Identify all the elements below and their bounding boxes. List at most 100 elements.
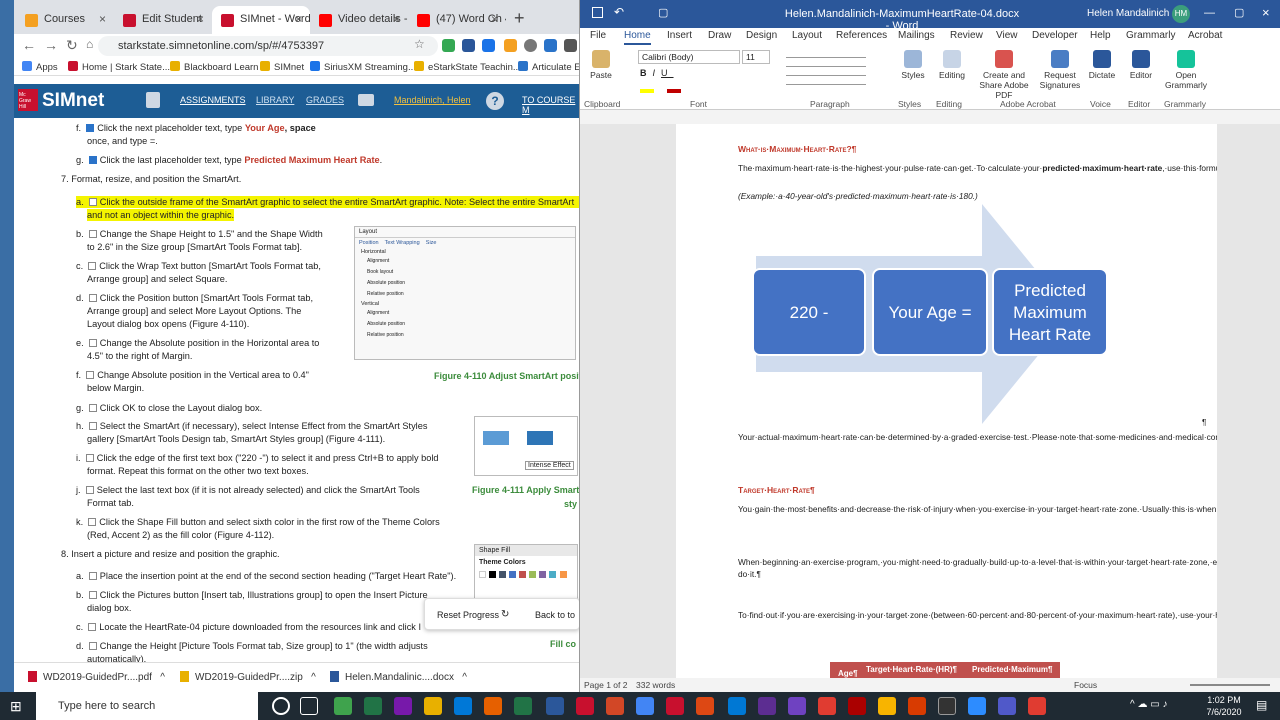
zoom-slider[interactable] xyxy=(1190,684,1270,686)
checkbox[interactable] xyxy=(88,623,97,631)
tab-file[interactable]: File xyxy=(590,30,606,41)
focus-button[interactable]: Focus xyxy=(1074,680,1097,690)
checkbox[interactable] xyxy=(85,486,94,494)
create-pdf-button[interactable]: Create and Share Adobe PDF xyxy=(974,50,1034,100)
new-document-icon[interactable]: ▢ xyxy=(658,6,668,19)
page-count[interactable]: Page 1 of 2 xyxy=(584,680,627,690)
app-icon[interactable] xyxy=(334,697,352,715)
app-icon[interactable] xyxy=(938,697,956,715)
reset-progress-button[interactable]: Reset Progress xyxy=(437,610,499,620)
tab-grammarly[interactable]: Grammarly xyxy=(1126,30,1175,41)
app-icon[interactable] xyxy=(666,697,684,715)
tab-references[interactable]: References xyxy=(836,30,887,41)
onenote-icon[interactable] xyxy=(394,697,412,715)
editing-button[interactable]: Editing xyxy=(934,50,970,80)
user-avatar[interactable]: HM xyxy=(1172,5,1190,23)
extension-icon[interactable] xyxy=(524,39,537,52)
cortana-icon[interactable] xyxy=(272,697,290,715)
paragraph-buttons[interactable] xyxy=(786,52,866,92)
tab-design[interactable]: Design xyxy=(746,30,777,41)
font-name-select[interactable]: Calibri (Body) xyxy=(638,50,740,64)
tab-courses[interactable]: Courses × xyxy=(16,6,114,34)
word-count[interactable]: 332 words xyxy=(636,680,675,690)
star-icon[interactable]: ☆ xyxy=(414,37,425,51)
paste-button[interactable]: Paste xyxy=(586,50,616,80)
tab-home[interactable]: Home xyxy=(624,30,651,45)
smartart-box-your-age[interactable]: Your Age = xyxy=(872,268,988,356)
nav-grades[interactable]: GRADES xyxy=(306,95,344,105)
checkbox[interactable] xyxy=(88,518,97,526)
save-icon[interactable] xyxy=(592,7,603,18)
close-icon[interactable]: × xyxy=(99,12,106,26)
checkbox[interactable] xyxy=(86,371,95,379)
extension-icon[interactable] xyxy=(544,39,557,52)
checkbox[interactable] xyxy=(88,262,97,270)
close-icon[interactable]: × xyxy=(295,12,302,26)
bookmark-estarkstate[interactable]: eStarkState Teachin... xyxy=(414,61,521,73)
checkbox[interactable] xyxy=(88,591,97,599)
app-icon[interactable] xyxy=(576,697,594,715)
download-zip[interactable]: WD2019-GuidedPr....zip ^ xyxy=(180,671,316,683)
visual-studio-icon[interactable] xyxy=(788,697,806,715)
font-size-select[interactable]: 11 xyxy=(742,50,770,64)
extension-icon[interactable] xyxy=(462,39,475,52)
home-icon[interactable]: ⌂ xyxy=(86,37,93,51)
calendar-icon[interactable] xyxy=(146,92,160,108)
bookmark-home[interactable]: Home | Stark State... xyxy=(68,61,170,73)
tab-video-details[interactable]: Video details - × xyxy=(310,6,408,34)
mail-icon[interactable] xyxy=(358,94,374,106)
bookmark-apps[interactable]: Apps xyxy=(22,61,58,73)
clock-time[interactable]: 1:02 PM xyxy=(1204,695,1244,705)
close-icon[interactable]: × xyxy=(491,12,498,26)
app-icon[interactable] xyxy=(818,697,836,715)
checkbox[interactable] xyxy=(88,339,97,347)
tab-layout[interactable]: Layout xyxy=(792,30,822,41)
firefox-icon[interactable] xyxy=(484,697,502,715)
checkbox[interactable] xyxy=(85,454,94,462)
tab-insert[interactable]: Insert xyxy=(667,30,692,41)
file-explorer-icon[interactable] xyxy=(424,697,442,715)
teams-icon[interactable] xyxy=(998,697,1016,715)
bookmark-siriusxm[interactable]: SiriusXM Streaming... xyxy=(310,61,416,73)
bookmark-articulate[interactable]: Articulate E-L xyxy=(518,61,579,73)
edge-icon[interactable] xyxy=(454,697,472,715)
nav-to-course[interactable]: TO COURSE M xyxy=(522,95,579,115)
tab-simnet-word[interactable]: SIMnet - Word × xyxy=(212,6,310,34)
extension-icon[interactable] xyxy=(442,39,455,52)
app-icon[interactable] xyxy=(696,697,714,715)
font-color-buttons[interactable] xyxy=(640,84,760,93)
checkbox[interactable] xyxy=(88,404,97,412)
taskbar-search[interactable]: Type here to search xyxy=(36,692,258,720)
tab-acrobat[interactable]: Acrobat xyxy=(1188,30,1222,41)
smartart-box-220[interactable]: 220 - xyxy=(752,268,866,356)
checkbox[interactable] xyxy=(88,642,97,650)
new-tab-icon[interactable]: + xyxy=(514,8,525,29)
app-icon[interactable] xyxy=(908,697,926,715)
tab-help[interactable]: Help xyxy=(1090,30,1111,41)
format-buttons[interactable]: BIU xyxy=(640,68,674,78)
editor-button[interactable]: Editor xyxy=(1126,50,1156,80)
app-icon[interactable] xyxy=(878,697,896,715)
minimize-icon[interactable]: — xyxy=(1204,7,1215,19)
outlook-icon[interactable] xyxy=(728,697,746,715)
app-icon[interactable] xyxy=(848,697,866,715)
download-pdf[interactable]: WD2019-GuidedPr....pdf ^ xyxy=(28,671,165,683)
tab-edit-student[interactable]: Edit Student × xyxy=(114,6,212,34)
reload-icon[interactable]: ↻ xyxy=(66,37,78,54)
tab-draw[interactable]: Draw xyxy=(708,30,731,41)
tab-review[interactable]: Review xyxy=(950,30,983,41)
smartart-box-predicted[interactable]: Predicted Maximum Heart Rate xyxy=(992,268,1108,356)
checkbox[interactable] xyxy=(88,572,97,580)
checkbox[interactable] xyxy=(88,156,97,164)
request-signatures-button[interactable]: Request Signatures xyxy=(1036,50,1084,90)
ruler[interactable] xyxy=(580,110,1280,124)
tab-mailings[interactable]: Mailings xyxy=(898,30,935,41)
extension-icon[interactable] xyxy=(482,39,495,52)
maximize-icon[interactable]: ▢ xyxy=(1234,6,1244,19)
task-view-icon[interactable] xyxy=(300,697,318,715)
url-input[interactable]: starkstate.simnetonline.com/sp/#/4753397 xyxy=(98,36,438,56)
bookmark-blackboard[interactable]: Blackboard Learn xyxy=(170,61,258,73)
rss-icon[interactable] xyxy=(504,39,517,52)
chrome-icon[interactable] xyxy=(636,697,654,715)
powerpoint-icon[interactable] xyxy=(606,697,624,715)
